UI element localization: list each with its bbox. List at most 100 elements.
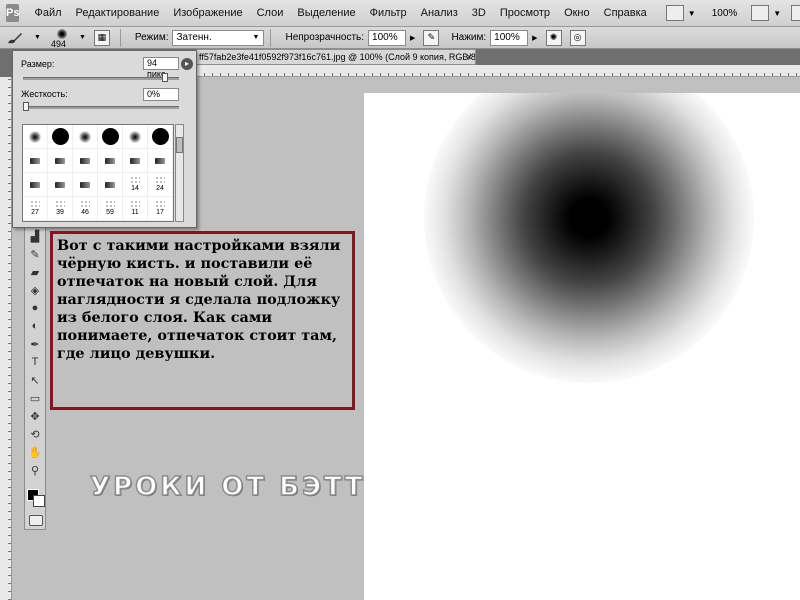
- hardness-label: Жесткость:: [21, 89, 68, 99]
- menu-view[interactable]: Просмотр: [493, 7, 557, 19]
- brush-preset[interactable]: [23, 173, 48, 197]
- hardness-field[interactable]: 0%: [143, 88, 179, 101]
- opacity-field[interactable]: 100%: [368, 29, 407, 46]
- size-slider[interactable]: [23, 73, 179, 82]
- brush-preset[interactable]: [148, 149, 173, 173]
- stamp-tool-icon[interactable]: ▟: [25, 227, 45, 245]
- size-slider-thumb[interactable]: [162, 73, 169, 82]
- hand-tool-icon[interactable]: ✋: [25, 443, 45, 461]
- 3d-rotate-tool-icon[interactable]: ✥: [25, 407, 45, 425]
- brush-panel-toggle-icon[interactable]: ▦: [93, 29, 110, 46]
- chevron-down-icon[interactable]: ▼: [688, 9, 696, 18]
- brush-tip-icon: [101, 128, 119, 145]
- 3d-orbit-tool-icon[interactable]: ⟲: [25, 425, 45, 443]
- brush-preset[interactable]: [73, 173, 98, 197]
- menu-select[interactable]: Выделение: [290, 7, 362, 19]
- brush-tip-icon: [55, 181, 65, 188]
- picker-menu-icon[interactable]: ▸: [181, 58, 193, 70]
- path-select-tool-icon[interactable]: ↖: [25, 371, 45, 389]
- brush-preset[interactable]: 59: [98, 197, 123, 221]
- menu-filter[interactable]: Фильтр: [363, 7, 414, 19]
- brush-preset[interactable]: [98, 125, 123, 149]
- brush-preset[interactable]: 39: [48, 197, 73, 221]
- brush-preset[interactable]: 24: [148, 173, 173, 197]
- quick-mask-icon[interactable]: [29, 515, 43, 526]
- workspace-icon[interactable]: [791, 5, 800, 21]
- menu-layers[interactable]: Слои: [250, 7, 291, 19]
- arrange-documents-icon[interactable]: [751, 5, 770, 21]
- history-brush-tool-icon[interactable]: ✎: [25, 245, 45, 263]
- pressure-size-icon[interactable]: ◎: [569, 29, 586, 46]
- brush-size-readout: 494: [50, 38, 66, 49]
- size-field[interactable]: 94 пикс.: [143, 57, 179, 79]
- dodge-tool-icon[interactable]: ◐: [25, 317, 45, 335]
- brush-preset-size: 24: [156, 185, 164, 192]
- menu-window[interactable]: Окно: [557, 7, 597, 19]
- menu-file[interactable]: Файл: [27, 7, 68, 19]
- blur-tool-icon[interactable]: ●: [25, 299, 45, 317]
- brush-preset[interactable]: [73, 149, 98, 173]
- brush-tool-icon[interactable]: [0, 28, 30, 48]
- shape-tool-icon[interactable]: ▭: [25, 389, 45, 407]
- background-color-swatch[interactable]: [33, 495, 45, 507]
- brush-tip-icon: [155, 157, 165, 164]
- menu-image[interactable]: Изображение: [166, 7, 249, 19]
- menu-help[interactable]: Справка: [597, 7, 654, 19]
- brush-preset[interactable]: [23, 125, 48, 149]
- flow-label: Нажим:: [451, 32, 487, 43]
- brush-preset[interactable]: 27: [23, 197, 48, 221]
- chevron-down-icon[interactable]: ▼: [773, 9, 781, 18]
- chevron-right-icon[interactable]: ▶: [532, 34, 537, 42]
- chevron-down-icon: ▼: [252, 34, 260, 41]
- brush-tip-icon: [80, 200, 90, 209]
- flow-field[interactable]: 100%: [490, 29, 529, 46]
- ruler-vertical[interactable]: [0, 77, 12, 600]
- brush-preset[interactable]: [48, 125, 73, 149]
- brush-preset[interactable]: [23, 149, 48, 173]
- preset-scrollbar[interactable]: [175, 124, 184, 222]
- hardness-slider[interactable]: [23, 102, 179, 111]
- brush-preset[interactable]: [123, 125, 148, 149]
- pen-tool-icon[interactable]: ✒: [25, 335, 45, 353]
- eraser-tool-icon[interactable]: ▰: [25, 263, 45, 281]
- brush-preset[interactable]: [98, 149, 123, 173]
- chevron-down-icon[interactable]: ▼: [79, 34, 86, 41]
- brush-preset-size: 46: [81, 209, 89, 216]
- hardness-slider-thumb[interactable]: [23, 102, 29, 111]
- brush-tip-icon: [30, 200, 40, 209]
- document-tab[interactable]: ff57fab2e3fe41f0592f973f16c761.jpg @ 100…: [196, 49, 476, 65]
- type-tool-icon[interactable]: T: [25, 353, 45, 371]
- mode-label: Режим:: [134, 32, 169, 43]
- document-canvas[interactable]: [364, 93, 800, 600]
- brush-preset[interactable]: 46: [73, 197, 98, 221]
- brush-preset[interactable]: 17: [148, 197, 173, 221]
- brush-tip-icon: [105, 181, 115, 188]
- zoom-level[interactable]: 100%: [712, 8, 738, 19]
- menu-analysis[interactable]: Анализ: [414, 7, 465, 19]
- scrollbar-thumb[interactable]: [176, 137, 183, 153]
- blend-mode-select[interactable]: Затенн. ▼: [172, 29, 265, 46]
- brush-preset[interactable]: [48, 149, 73, 173]
- brush-tip-icon: [130, 157, 140, 164]
- menu-3d[interactable]: 3D: [465, 7, 493, 19]
- airbrush-icon[interactable]: ✺: [545, 29, 562, 46]
- brush-preset[interactable]: 11: [123, 197, 148, 221]
- brush-picker[interactable]: 494: [49, 28, 75, 49]
- chevron-right-icon[interactable]: ▶: [410, 34, 415, 42]
- brush-preset[interactable]: [123, 149, 148, 173]
- screen-mode-icon[interactable]: [665, 5, 684, 21]
- zoom-tool-icon[interactable]: ⚲: [25, 461, 45, 479]
- close-icon[interactable]: ×: [467, 50, 472, 64]
- brush-tip-icon: [151, 128, 169, 145]
- brush-preset[interactable]: [73, 125, 98, 149]
- brush-preset[interactable]: [148, 125, 173, 149]
- brush-preset[interactable]: [48, 173, 73, 197]
- annotation-note: Вот с такими настройками взяли чёрную ки…: [50, 231, 355, 410]
- brush-preset-size: 14: [131, 185, 139, 192]
- chevron-down-icon[interactable]: ▼: [34, 34, 41, 41]
- brush-preset[interactable]: [98, 173, 123, 197]
- menu-edit[interactable]: Редактирование: [69, 7, 167, 19]
- pressure-opacity-icon[interactable]: ✎: [423, 29, 440, 46]
- brush-preset[interactable]: 14: [123, 173, 148, 197]
- paint-bucket-tool-icon[interactable]: ◈: [25, 281, 45, 299]
